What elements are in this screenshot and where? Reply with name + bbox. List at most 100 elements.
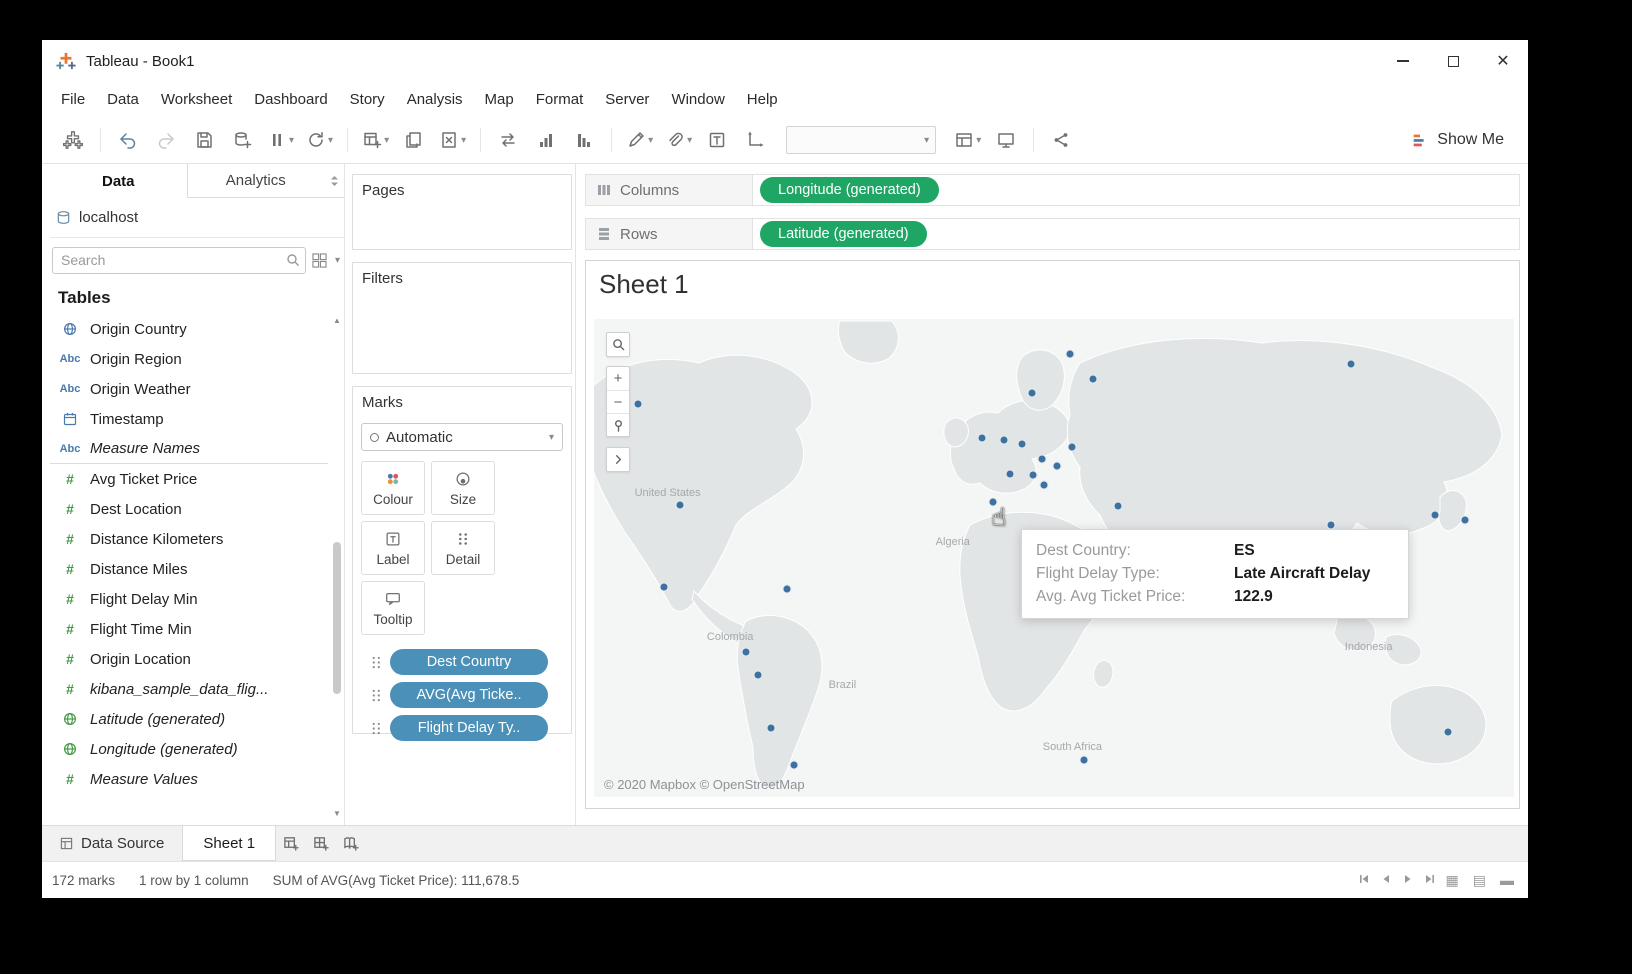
map-mark[interactable]: [741, 648, 750, 657]
show-hide-cards-button[interactable]: ▾: [950, 123, 985, 157]
tab-sheet-1[interactable]: Sheet 1: [182, 826, 276, 861]
sort-descending-button[interactable]: [567, 123, 601, 157]
scroll-thumb[interactable]: [333, 542, 341, 694]
tooltip-button[interactable]: Tooltip: [361, 581, 425, 635]
field-item[interactable]: AbcMeasure Names: [50, 434, 328, 464]
marks-pill[interactable]: Flight Delay Ty..: [390, 715, 548, 741]
map-mark[interactable]: [766, 724, 775, 733]
label-button[interactable]: Label: [361, 521, 425, 575]
show-mark-labels-button[interactable]: [700, 123, 734, 157]
size-button[interactable]: Size: [431, 461, 495, 515]
map-mark[interactable]: [1028, 470, 1037, 479]
pages-card[interactable]: Pages: [352, 174, 572, 250]
map-mark[interactable]: [989, 498, 998, 507]
menu-item[interactable]: Data: [96, 82, 150, 117]
menu-item[interactable]: Server: [594, 82, 660, 117]
map-mark[interactable]: [1065, 349, 1074, 358]
map-mark[interactable]: [1017, 440, 1026, 449]
field-item[interactable]: Origin Country: [50, 314, 328, 344]
previous-sheet-button[interactable]: [1380, 873, 1392, 888]
field-item[interactable]: #Distance Miles: [50, 554, 328, 584]
field-item[interactable]: #Distance Kilometers: [50, 524, 328, 554]
highlight-button[interactable]: ▾: [622, 123, 657, 157]
map-mark[interactable]: [1000, 435, 1009, 444]
field-list-scrollbar[interactable]: ▲ ▼: [330, 314, 344, 821]
field-item[interactable]: #kibana_sample_data_flig...: [50, 674, 328, 704]
menu-item[interactable]: Analysis: [396, 82, 474, 117]
menu-item[interactable]: Story: [339, 82, 396, 117]
menu-item[interactable]: Format: [525, 82, 595, 117]
menu-item[interactable]: Help: [736, 82, 789, 117]
group-members-button[interactable]: ▾: [661, 123, 696, 157]
field-item[interactable]: #Flight Time Min: [50, 614, 328, 644]
show-tabs-button[interactable]: ▬: [1500, 872, 1518, 888]
map-mark[interactable]: [1088, 375, 1097, 384]
fit-dropdown[interactable]: ▾: [786, 126, 936, 154]
filmstrip-button[interactable]: ▤: [1473, 872, 1490, 889]
rows-shelf-body[interactable]: Latitude (generated): [753, 218, 1520, 250]
map-mark[interactable]: [1039, 480, 1048, 489]
new-story-tab-button[interactable]: [336, 826, 366, 861]
undo-button[interactable]: [111, 123, 145, 157]
menu-item[interactable]: Dashboard: [243, 82, 338, 117]
tab-analytics[interactable]: Analytics: [188, 164, 325, 197]
field-item[interactable]: AbcOrigin Region: [50, 344, 328, 374]
map-mark[interactable]: [978, 434, 987, 443]
menu-item[interactable]: Worksheet: [150, 82, 243, 117]
map-canvas[interactable]: + −: [594, 319, 1514, 797]
field-item[interactable]: #Avg Ticket Price: [50, 464, 328, 494]
new-dashboard-tab-button[interactable]: [306, 826, 336, 861]
detail-button[interactable]: Detail: [431, 521, 495, 575]
new-worksheet-tab-button[interactable]: [276, 826, 306, 861]
field-item[interactable]: #Origin Location: [50, 644, 328, 674]
map-search-button[interactable]: [607, 333, 629, 356]
map-mark[interactable]: [1430, 510, 1439, 519]
zoom-in-button[interactable]: +: [607, 367, 629, 390]
map-mark[interactable]: [1326, 521, 1335, 530]
panel-collapse-handle[interactable]: [324, 164, 344, 197]
redo-button[interactable]: [149, 123, 183, 157]
field-item[interactable]: #Measure Values: [50, 764, 328, 794]
map-mark[interactable]: [634, 400, 643, 409]
mark-type-dropdown[interactable]: Automatic ▾: [361, 423, 563, 451]
field-item[interactable]: Longitude (generated): [50, 734, 328, 764]
close-button[interactable]: ✕: [1478, 40, 1528, 82]
caret-down-icon[interactable]: ▾: [335, 255, 340, 266]
show-me-button[interactable]: Show Me: [1401, 131, 1514, 149]
sheet-sorter-button[interactable]: ▦: [1446, 872, 1463, 889]
map-mark[interactable]: [1068, 443, 1077, 452]
view-options-icon[interactable]: [312, 253, 327, 268]
fix-axes-button[interactable]: [738, 123, 772, 157]
first-sheet-button[interactable]: [1358, 873, 1370, 888]
field-item[interactable]: Latitude (generated): [50, 704, 328, 734]
maximize-button[interactable]: [1428, 40, 1478, 82]
menu-item[interactable]: Map: [474, 82, 525, 117]
map-mark[interactable]: [659, 583, 668, 592]
expand-controls-button[interactable]: [607, 448, 629, 471]
clear-sheet-button[interactable]: ▾: [435, 123, 470, 157]
map-mark[interactable]: [1027, 389, 1036, 398]
next-sheet-button[interactable]: [1402, 873, 1414, 888]
map-mark[interactable]: [789, 760, 798, 769]
colour-button[interactable]: Colour: [361, 461, 425, 515]
start-page-button[interactable]: [56, 123, 90, 157]
share-button[interactable]: [1044, 123, 1078, 157]
search-input[interactable]: [52, 247, 306, 274]
map-mark[interactable]: [675, 500, 684, 509]
tab-data-source[interactable]: Data Source: [42, 826, 182, 861]
field-item[interactable]: AbcOrigin Weather: [50, 374, 328, 404]
map-mark[interactable]: [1052, 462, 1061, 471]
menu-item[interactable]: Window: [660, 82, 735, 117]
map-mark[interactable]: [753, 671, 762, 680]
save-button[interactable]: [187, 123, 221, 157]
last-sheet-button[interactable]: [1424, 873, 1436, 888]
columns-pill[interactable]: Longitude (generated): [760, 177, 939, 203]
pause-auto-updates-button[interactable]: ▾: [263, 123, 298, 157]
run-auto-updates-button[interactable]: ▾: [302, 123, 337, 157]
field-item[interactable]: #Dest Location: [50, 494, 328, 524]
swap-rows-columns-button[interactable]: [491, 123, 525, 157]
map-mark[interactable]: [1461, 516, 1470, 525]
map-mark[interactable]: [1347, 359, 1356, 368]
field-item[interactable]: #Flight Delay Min: [50, 584, 328, 614]
connection-row[interactable]: localhost: [50, 198, 344, 238]
